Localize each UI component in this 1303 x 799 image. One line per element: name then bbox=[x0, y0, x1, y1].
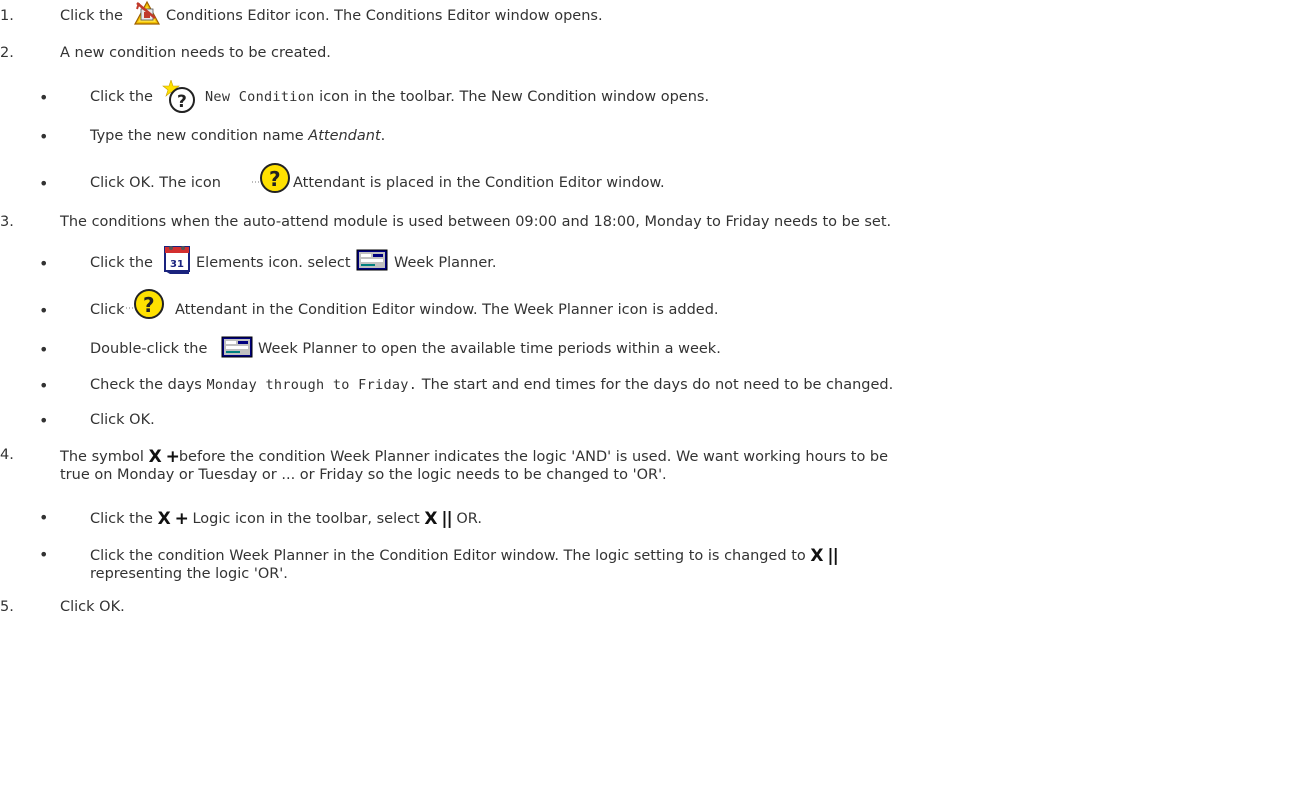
svg-text:?: ? bbox=[143, 293, 155, 317]
bullet-text: icon in the toolbar. The New Condition w… bbox=[319, 89, 710, 105]
step-4: 4. The symbol X +before the condition We… bbox=[0, 442, 1303, 492]
attendant-condition-icon: ? bbox=[126, 288, 166, 322]
svg-text:?: ? bbox=[177, 92, 187, 112]
bullet: • bbox=[39, 301, 49, 320]
week-planner-icon bbox=[221, 336, 253, 358]
step-text: The conditions when the auto-attend modu… bbox=[60, 214, 892, 230]
bullet-text: Click the bbox=[90, 511, 153, 527]
bullet-text: Click the bbox=[90, 89, 153, 105]
punctuation: . bbox=[380, 128, 386, 144]
bullet-text: Week Planner. bbox=[394, 255, 497, 271]
bullet-text: Click bbox=[90, 302, 125, 318]
bullet-text: Week Planner to open the available time … bbox=[258, 341, 721, 357]
condition-name: Attendant bbox=[308, 128, 381, 144]
step-2-bullet-1: • Click the ? New Condition icon in the … bbox=[0, 79, 1303, 116]
step-text-line-2: true on Monday or Tuesday or ... or Frid… bbox=[60, 467, 667, 483]
bullet-text: OR. bbox=[456, 511, 482, 527]
bullet-text: The start and end times for the days do … bbox=[421, 377, 894, 393]
bullet-text: Attendant is placed in the Condition Edi… bbox=[293, 175, 665, 191]
step-text: Click the bbox=[60, 8, 123, 24]
step-number: 3. bbox=[0, 214, 14, 230]
days-range: Monday through to Friday. bbox=[206, 377, 418, 393]
bullet-text: Click OK. The icon bbox=[90, 175, 221, 191]
new-condition-label: New Condition bbox=[205, 89, 315, 105]
step-3-bullet-4: • Check the days Monday through to Frida… bbox=[0, 370, 1303, 400]
week-planner-icon bbox=[356, 249, 388, 271]
and-logic-icon: X + bbox=[148, 447, 180, 467]
step-number: 2. bbox=[0, 45, 14, 61]
bullet: • bbox=[39, 340, 49, 359]
step-3-bullet-5: • Click OK. bbox=[0, 404, 1303, 434]
bullet: • bbox=[39, 254, 49, 273]
logic-icon: X + bbox=[157, 509, 189, 529]
step-2-bullet-2: • Type the new condition name Attendant. bbox=[0, 123, 1303, 153]
step-4-bullet-1: • Click the X + Logic icon in the toolba… bbox=[0, 501, 1303, 531]
step-3-bullet-2: • Click ? Attendant in the Condition Edi… bbox=[0, 286, 1303, 326]
bullet: • bbox=[39, 376, 49, 395]
step-3-bullet-3: • Double-click the Week Planner to open … bbox=[0, 335, 1303, 365]
step-3-bullet-1: • Click the 31 Elements icon. select Wee… bbox=[0, 243, 1303, 279]
bullet: • bbox=[39, 127, 49, 146]
step-1: 1. Click the Conditions Editor icon. The… bbox=[0, 0, 1303, 32]
step-2-bullet-3: • Click OK. The icon ? Attendant is plac… bbox=[0, 160, 1303, 200]
or-logic-icon: X || bbox=[424, 509, 452, 529]
svg-text:31: 31 bbox=[170, 259, 184, 270]
bullet-text: Click OK. bbox=[90, 412, 155, 428]
bullet-text: Double-click the bbox=[90, 341, 208, 357]
elements-calendar-icon: 31 bbox=[162, 243, 192, 275]
step-number: 1. bbox=[0, 8, 14, 24]
bullet-text: Click the bbox=[90, 255, 153, 271]
new-condition-icon: ? bbox=[161, 79, 199, 114]
step-3: 3. The conditions when the auto-attend m… bbox=[0, 208, 1303, 238]
step-5: 5. Click OK. bbox=[0, 590, 1303, 620]
bullet-text: Attendant in the Condition Editor window… bbox=[175, 302, 719, 318]
step-text: before the condition Week Planner indica… bbox=[178, 449, 889, 465]
step-text: The symbol bbox=[60, 449, 144, 465]
bullet-text: Type the new condition name bbox=[90, 128, 304, 144]
step-number: 4. bbox=[0, 447, 14, 463]
step-4-bullet-2: • Click the condition Week Planner in th… bbox=[0, 538, 1303, 588]
bullet-text: Check the days bbox=[90, 377, 202, 393]
bullet: • bbox=[39, 545, 49, 564]
bullet-text: Click the condition Week Planner in the … bbox=[90, 548, 806, 564]
or-logic-icon: X || bbox=[810, 546, 838, 566]
attendant-condition-icon: ? bbox=[252, 162, 292, 196]
bullet: • bbox=[39, 411, 49, 430]
bullet-text: Logic icon in the toolbar, select bbox=[192, 511, 420, 527]
bullet: • bbox=[39, 174, 49, 193]
bullet: • bbox=[39, 88, 49, 107]
svg-text:?: ? bbox=[269, 167, 281, 191]
step-text: A new condition needs to be created. bbox=[60, 45, 331, 61]
step-number: 5. bbox=[0, 599, 14, 615]
step-text: Conditions Editor icon. The Conditions E… bbox=[166, 8, 603, 24]
conditions-editor-icon bbox=[133, 0, 161, 26]
bullet-text: Elements icon. select bbox=[196, 255, 351, 271]
step-2: 2. A new condition needs to be created. bbox=[0, 39, 1303, 69]
bullet-text-line-2: representing the logic 'OR'. bbox=[90, 566, 288, 582]
bullet: • bbox=[39, 508, 49, 527]
step-text: Click OK. bbox=[60, 599, 125, 615]
